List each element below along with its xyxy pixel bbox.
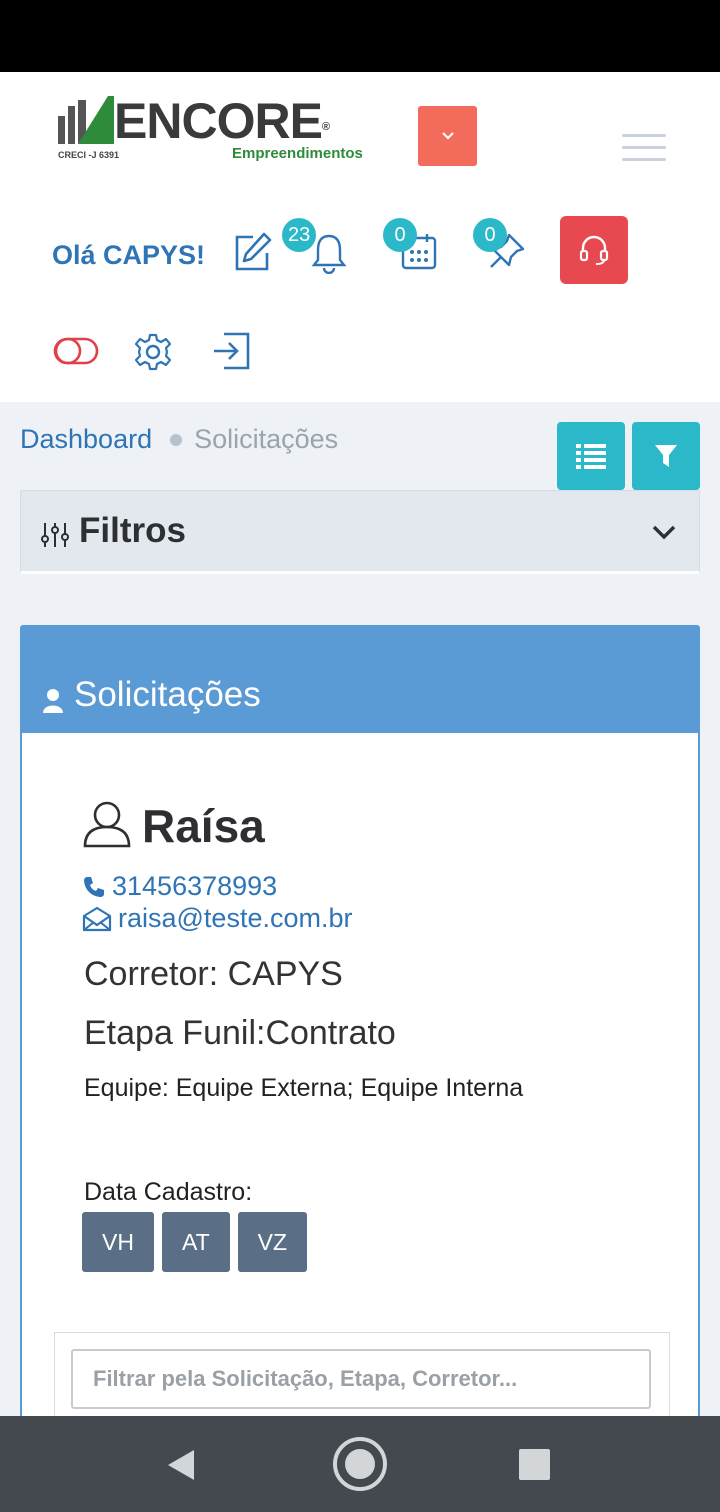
breadcrumb-separator	[170, 433, 183, 446]
person-outline-icon	[83, 801, 131, 848]
phone-number: 31456378993	[112, 871, 278, 901]
card-header: Solicitações	[22, 627, 698, 733]
list-view-button[interactable]	[557, 422, 625, 490]
android-nav-bar	[0, 1416, 720, 1512]
home-icon[interactable]	[332, 1436, 388, 1492]
theme-toggle[interactable]	[52, 334, 100, 368]
etapa-funil-text: Etapa Funil:Contrato	[84, 1014, 396, 1052]
chip-vz[interactable]: VZ	[237, 1212, 308, 1272]
chevron-down-icon	[441, 132, 454, 140]
hamburger-menu-icon[interactable]	[622, 134, 666, 162]
logo-bars-icon	[58, 96, 114, 144]
brand-logo[interactable]: ENCORE® CRECI -J 6391 Empreendimentos	[56, 90, 366, 166]
gear-icon	[134, 333, 172, 371]
back-icon[interactable]	[166, 1448, 196, 1482]
pin-badge: 0	[473, 218, 507, 252]
filters-panel[interactable]: Filtros	[20, 490, 700, 574]
sliders-icon	[41, 523, 69, 547]
search-container	[54, 1332, 670, 1423]
requests-card: Solicitações Raísa 31456378993 raisa@tes…	[20, 625, 700, 1425]
card-title: Solicitações	[74, 675, 261, 714]
email-link[interactable]: raisa@teste.com.br	[82, 903, 352, 934]
filters-title: Filtros	[79, 511, 186, 550]
chip-vh[interactable]: VH	[82, 1212, 154, 1272]
breadcrumb-dashboard-link[interactable]: Dashboard	[20, 424, 152, 455]
filter-icon	[655, 445, 677, 467]
settings-button[interactable]	[131, 330, 175, 374]
phone-link[interactable]: 31456378993	[82, 871, 277, 902]
envelope-icon	[82, 906, 112, 931]
logout-button[interactable]	[208, 328, 254, 374]
calendar-badge: 0	[383, 218, 417, 252]
data-cadastro-label: Data Cadastro:	[84, 1178, 253, 1206]
dropdown-button[interactable]	[418, 106, 477, 166]
edit-icon	[235, 232, 272, 271]
search-input[interactable]	[71, 1349, 651, 1409]
user-icon	[43, 689, 63, 713]
brand-name: ENCORE®	[114, 93, 330, 149]
status-bar	[0, 0, 720, 72]
notifications-badge: 23	[282, 218, 317, 252]
email-address: raisa@teste.com.br	[118, 903, 353, 933]
chip-at[interactable]: AT	[161, 1212, 230, 1272]
equipe-text: Equipe: Equipe Externa; Equipe Interna	[84, 1074, 524, 1102]
filter-button[interactable]	[632, 422, 700, 490]
breadcrumb: Dashboard Solicitações	[20, 424, 338, 455]
support-button[interactable]	[560, 216, 628, 284]
chip-group: VH AT VZ	[82, 1212, 308, 1272]
chevron-down-icon[interactable]	[651, 523, 677, 541]
phone-icon	[84, 876, 104, 897]
headset-icon	[579, 235, 609, 265]
recent-apps-icon[interactable]	[519, 1449, 550, 1480]
list-icon	[576, 444, 606, 469]
person-name: Raísa	[142, 800, 265, 852]
edit-button[interactable]	[228, 228, 276, 276]
greeting-text: Olá CAPYS!	[52, 240, 206, 270]
brand-creci: CRECI -J 6391	[58, 150, 120, 160]
breadcrumb-current: Solicitações	[194, 424, 339, 454]
logout-icon	[214, 332, 250, 370]
toggle-icon	[53, 337, 99, 365]
corretor-text: Corretor: CAPYS	[84, 955, 343, 993]
brand-subtitle: Empreendimentos	[232, 145, 363, 162]
header: ENCORE® CRECI -J 6391 Empreendimentos Ol…	[0, 72, 720, 402]
